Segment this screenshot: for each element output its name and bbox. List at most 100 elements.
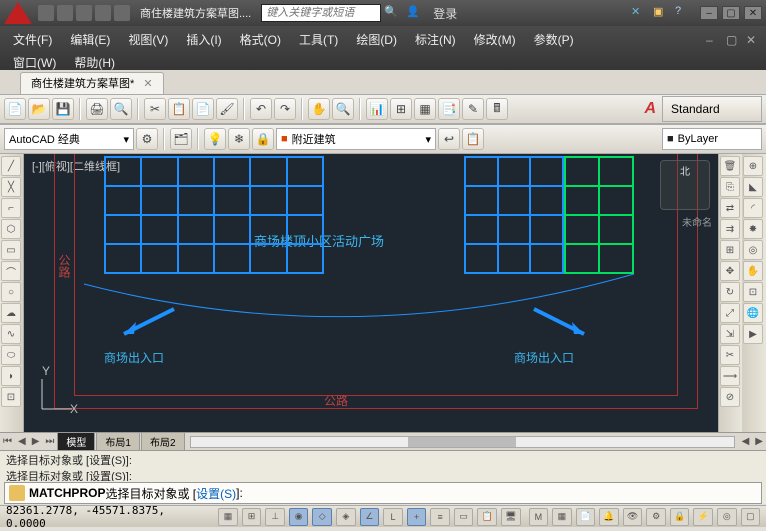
- qat-undo-icon[interactable]: [95, 5, 111, 21]
- arc-icon[interactable]: ⌒: [1, 261, 21, 281]
- menu-tools[interactable]: 工具(T): [290, 28, 347, 51]
- extend-icon[interactable]: ⟶: [720, 366, 740, 386]
- print-preview-icon[interactable]: 🔍: [110, 98, 132, 120]
- tab-nav-next-icon[interactable]: ▶: [29, 436, 43, 447]
- qp-toggle[interactable]: 📋: [477, 508, 497, 526]
- menu-modify[interactable]: 修改(M): [465, 28, 525, 51]
- coordinates-display[interactable]: 82361.2778, -45571.8375, 0.0000: [6, 504, 206, 530]
- command-option[interactable]: 设置(S): [196, 485, 236, 502]
- scroll-left-icon[interactable]: ◀: [739, 436, 753, 447]
- mdi-restore-icon[interactable]: ▢: [726, 33, 742, 47]
- isolate-objects-icon[interactable]: ◎: [717, 508, 737, 526]
- tab-nav-prev-icon[interactable]: ◀: [15, 436, 29, 447]
- save-icon[interactable]: 💾: [52, 98, 74, 120]
- layer-dropdown[interactable]: ■ 附近建筑 ▾: [276, 128, 436, 150]
- mdi-minimize-icon[interactable]: –: [706, 33, 722, 47]
- minimize-button[interactable]: –: [700, 6, 718, 20]
- copy-icon[interactable]: 📋: [168, 98, 190, 120]
- new-icon[interactable]: 📄: [4, 98, 26, 120]
- sc-toggle[interactable]: 🖥: [501, 508, 521, 526]
- stay-connected-icon[interactable]: ▣: [653, 5, 669, 21]
- workspace-switch-icon[interactable]: ⚙: [646, 508, 666, 526]
- undo-icon[interactable]: ↶: [250, 98, 272, 120]
- file-tab-active[interactable]: 商住楼建筑方案草图* ✕: [20, 72, 164, 94]
- properties-icon[interactable]: 📊: [366, 98, 388, 120]
- spline-icon[interactable]: ∿: [1, 324, 21, 344]
- app-logo-icon[interactable]: [4, 2, 32, 24]
- dyn-toggle[interactable]: +: [407, 508, 427, 526]
- paste-icon[interactable]: 📄: [192, 98, 214, 120]
- layout-tab-model[interactable]: 模型: [57, 432, 95, 451]
- line-icon[interactable]: ╱: [1, 156, 21, 176]
- layer-off-icon[interactable]: 💡: [204, 128, 226, 150]
- ortho-toggle[interactable]: ⊥: [265, 508, 285, 526]
- layout-tab-1[interactable]: 布局1: [96, 432, 140, 451]
- rectangle-icon[interactable]: ▭: [1, 240, 21, 260]
- menu-edit[interactable]: 编辑(E): [61, 28, 119, 51]
- menu-draw[interactable]: 绘图(D): [347, 28, 406, 51]
- offset-icon[interactable]: ⇉: [720, 219, 740, 239]
- trim-icon[interactable]: ✂: [720, 345, 740, 365]
- mirror-icon[interactable]: ⇄: [720, 198, 740, 218]
- menu-insert[interactable]: 插入(I): [177, 28, 230, 51]
- nav-zoom-ext-icon[interactable]: ⊡: [743, 282, 763, 302]
- sheet-set-icon[interactable]: 📑: [438, 98, 460, 120]
- pan-icon[interactable]: ✋: [308, 98, 330, 120]
- exchange-icon[interactable]: ✕: [631, 5, 647, 21]
- cut-icon[interactable]: ✂: [144, 98, 166, 120]
- join-icon[interactable]: ⊕: [743, 156, 763, 176]
- close-button[interactable]: ✕: [744, 6, 762, 20]
- nav-orbit-icon[interactable]: 🌐: [743, 303, 763, 323]
- polar-toggle[interactable]: ◉: [289, 508, 309, 526]
- matchprop-icon[interactable]: 🖌: [216, 98, 238, 120]
- chamfer-icon[interactable]: ◣: [743, 177, 763, 197]
- qat-save-icon[interactable]: [76, 5, 92, 21]
- layout-tab-2[interactable]: 布局2: [141, 432, 185, 451]
- menu-parametric[interactable]: 参数(P): [525, 28, 583, 51]
- help-search-input[interactable]: [261, 4, 381, 22]
- drawing-canvas[interactable]: [-][俯视][二维线框] 公路 商场楼顶小区活动广场 公路 商场出入口 商场出…: [24, 154, 718, 432]
- layer-state-icon[interactable]: 📋: [462, 128, 484, 150]
- login-button[interactable]: 登录: [433, 5, 457, 22]
- annotation-visibility-icon[interactable]: 👁: [623, 508, 643, 526]
- markup-icon[interactable]: ✎: [462, 98, 484, 120]
- user-icon[interactable]: 👤: [406, 5, 422, 21]
- tab-nav-first-icon[interactable]: ⏮: [0, 436, 15, 447]
- workspace-settings-icon[interactable]: ⚙: [136, 128, 158, 150]
- command-history[interactable]: 选择目标对象或 [设置(S)]: 选择目标对象或 [设置(S)]:: [0, 451, 766, 481]
- clean-screen-icon[interactable]: ▢: [741, 508, 761, 526]
- open-icon[interactable]: 📂: [28, 98, 50, 120]
- snap-toggle[interactable]: ▦: [218, 508, 238, 526]
- nav-pan-icon[interactable]: ✋: [743, 261, 763, 281]
- erase-icon[interactable]: 🗑: [720, 156, 740, 176]
- menu-dimension[interactable]: 标注(N): [406, 28, 465, 51]
- calc-icon[interactable]: 🖩: [486, 98, 508, 120]
- grid-toggle[interactable]: ⊞: [242, 508, 262, 526]
- scroll-right-icon[interactable]: ▶: [752, 436, 766, 447]
- otrack-toggle[interactable]: ∠: [360, 508, 380, 526]
- layer-freeze-icon[interactable]: ❄: [228, 128, 250, 150]
- 3dosnap-toggle[interactable]: ◈: [336, 508, 356, 526]
- explode-icon[interactable]: ✸: [743, 219, 763, 239]
- ellipse-arc-icon[interactable]: ◗: [1, 366, 21, 386]
- layer-previous-icon[interactable]: ↩: [438, 128, 460, 150]
- ducs-toggle[interactable]: L: [383, 508, 403, 526]
- fillet-icon[interactable]: ◜: [743, 198, 763, 218]
- workspace-dropdown[interactable]: AutoCAD 经典 ▾: [4, 128, 134, 150]
- construction-line-icon[interactable]: ╳: [1, 177, 21, 197]
- maximize-button[interactable]: ▢: [722, 6, 740, 20]
- quickview-layouts-icon[interactable]: ▦: [552, 508, 572, 526]
- copy-modify-icon[interactable]: ⎘: [720, 177, 740, 197]
- horizontal-scrollbar[interactable]: [190, 436, 735, 448]
- menu-format[interactable]: 格式(O): [231, 28, 290, 51]
- text-style-a-icon[interactable]: A: [644, 100, 656, 118]
- text-style-dropdown[interactable]: Standard: [662, 96, 762, 122]
- polygon-icon[interactable]: ⬡: [1, 219, 21, 239]
- design-center-icon[interactable]: ⊞: [390, 98, 412, 120]
- rotate-icon[interactable]: ↻: [720, 282, 740, 302]
- search-icon[interactable]: 🔍: [384, 5, 400, 21]
- scale-icon[interactable]: ⤢: [720, 303, 740, 323]
- color-dropdown[interactable]: ■ ByLayer: [662, 128, 762, 150]
- model-toggle[interactable]: M: [529, 508, 549, 526]
- qat-redo-icon[interactable]: [114, 5, 130, 21]
